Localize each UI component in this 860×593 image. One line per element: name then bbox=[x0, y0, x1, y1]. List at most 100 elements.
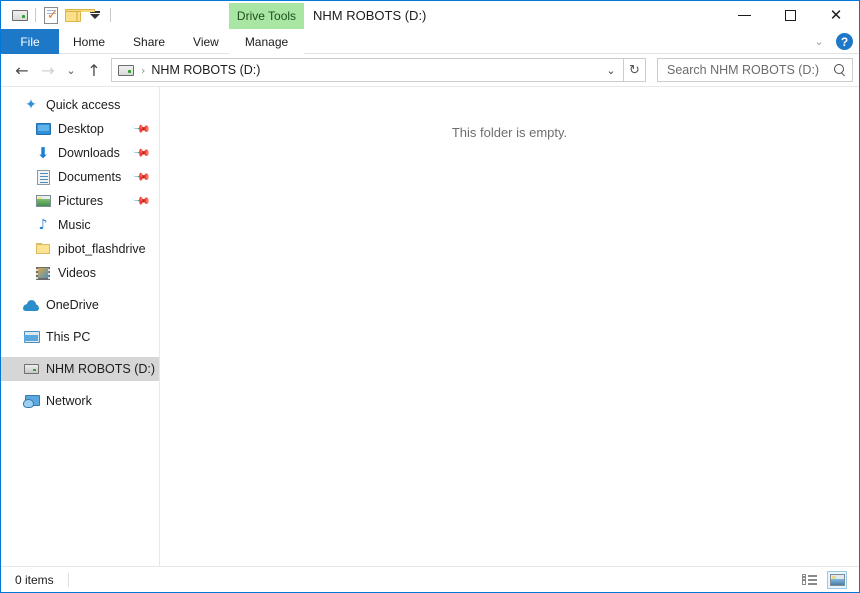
forward-icon: → bbox=[41, 60, 55, 80]
large-icons-view-icon bbox=[829, 573, 845, 586]
sidebar-item-label: pibot_flashdrive bbox=[58, 242, 146, 256]
file-explorer-window: ✓ Drive Tools NHM ROBOTS (D:) ✕ File Hom… bbox=[0, 0, 860, 593]
view-mode-buttons bbox=[799, 570, 847, 589]
customize-dropdown-icon[interactable] bbox=[84, 4, 106, 26]
drive-icon[interactable] bbox=[9, 4, 31, 26]
collapse-ribbon-glyph: ⌄ bbox=[814, 35, 824, 48]
sidebar-item-network[interactable]: Network bbox=[1, 389, 159, 413]
address-bar-row: ← → ⌄ ↑ › NHM ROBOTS (D:) ⌄ ↻ bbox=[1, 54, 859, 86]
pin-icon[interactable]: 📌 bbox=[132, 144, 152, 163]
videos-icon bbox=[35, 265, 51, 281]
sidebar-item-documents[interactable]: Documents 📌 bbox=[1, 165, 159, 189]
refresh-icon: ↻ bbox=[629, 62, 640, 78]
sidebar-item-pibot-flashdrive[interactable]: pibot_flashdrive bbox=[1, 237, 159, 261]
tab-home[interactable]: Home bbox=[59, 29, 119, 54]
maximize-button[interactable] bbox=[767, 1, 813, 29]
folder-icon bbox=[35, 241, 51, 257]
ribbon-tab-bar: File Home Share View Manage ⌄ ? bbox=[1, 29, 859, 54]
sidebar-item-videos[interactable]: Videos bbox=[1, 261, 159, 285]
tab-view[interactable]: View bbox=[179, 29, 233, 54]
item-count-label: 0 items bbox=[15, 572, 54, 587]
music-icon: ♪ bbox=[38, 217, 48, 233]
sidebar-item-label: This PC bbox=[46, 330, 91, 344]
help-icon[interactable]: ? bbox=[836, 33, 853, 50]
up-button[interactable]: ↑ bbox=[81, 57, 107, 83]
breadcrumb-separator: › bbox=[141, 63, 146, 77]
refresh-button[interactable]: ↻ bbox=[624, 58, 646, 82]
window-title-text: NHM ROBOTS (D:) bbox=[313, 7, 427, 23]
new-folder-icon[interactable] bbox=[62, 4, 95, 26]
pin-icon[interactable]: 📌 bbox=[132, 192, 152, 211]
forward-button[interactable]: → bbox=[35, 57, 61, 83]
sidebar-item-label: Music bbox=[58, 218, 91, 232]
pin-icon[interactable]: 📌 bbox=[132, 168, 152, 187]
window-title: NHM ROBOTS (D:) bbox=[313, 1, 426, 29]
sidebar-item-onedrive[interactable]: OneDrive bbox=[1, 293, 159, 317]
pictures-icon bbox=[35, 193, 51, 209]
sidebar-group-gap-4 bbox=[1, 381, 159, 389]
sidebar-item-desktop[interactable]: Desktop 📌 bbox=[1, 117, 159, 141]
sidebar-item-label: Network bbox=[46, 394, 92, 408]
title-bar: ✓ Drive Tools NHM ROBOTS (D:) ✕ bbox=[1, 1, 859, 29]
pin-icon[interactable]: 📌 bbox=[132, 120, 152, 139]
file-list-pane[interactable]: This folder is empty. bbox=[160, 87, 859, 566]
address-dropdown-icon[interactable]: ⌄ bbox=[601, 59, 621, 81]
sidebar-item-quick-access[interactable]: ✦ Quick access bbox=[1, 93, 159, 117]
tab-manage[interactable]: Manage bbox=[229, 29, 304, 54]
sidebar-item-nhm-robots-d[interactable]: NHM ROBOTS (D:) bbox=[1, 357, 159, 381]
large-icons-view-button[interactable] bbox=[827, 570, 847, 589]
computer-icon bbox=[23, 329, 40, 345]
sidebar-group-gap-3 bbox=[1, 349, 159, 357]
downloads-icon: ⬇ bbox=[36, 143, 50, 162]
drive-icon bbox=[118, 64, 134, 76]
sidebar-item-label: NHM ROBOTS (D:) bbox=[46, 362, 156, 376]
network-icon bbox=[23, 393, 40, 409]
navigation-pane: ✦ Quick access Desktop 📌 ⬇ Downloads 📌 D… bbox=[1, 87, 160, 566]
toolbar-separator bbox=[35, 8, 36, 22]
recent-locations-button[interactable]: ⌄ bbox=[61, 57, 81, 83]
sidebar-item-this-pc[interactable]: This PC bbox=[1, 325, 159, 349]
drive-icon bbox=[23, 361, 39, 377]
status-bar: 0 items bbox=[1, 566, 859, 592]
contextual-tab-header: Drive Tools bbox=[229, 3, 304, 29]
documents-icon bbox=[35, 169, 51, 185]
search-icon[interactable] bbox=[832, 62, 848, 78]
explorer-body: ✦ Quick access Desktop 📌 ⬇ Downloads 📌 D… bbox=[1, 86, 859, 566]
sidebar-item-music[interactable]: ♪ Music bbox=[1, 213, 159, 237]
sidebar-item-label: Videos bbox=[58, 266, 96, 280]
sidebar-item-label: Downloads bbox=[58, 146, 120, 160]
sidebar-item-label: Desktop bbox=[58, 122, 104, 136]
address-dropdown-glyph: ⌄ bbox=[606, 63, 616, 77]
tab-file[interactable]: File bbox=[1, 29, 59, 54]
desktop-icon bbox=[35, 121, 51, 137]
back-button[interactable]: ← bbox=[9, 57, 35, 83]
close-button[interactable]: ✕ bbox=[813, 1, 859, 29]
sidebar-item-downloads[interactable]: ⬇ Downloads 📌 bbox=[1, 141, 159, 165]
sidebar-item-pictures[interactable]: Pictures 📌 bbox=[1, 189, 159, 213]
toolbar-separator-2 bbox=[110, 8, 111, 22]
details-view-button[interactable] bbox=[799, 571, 819, 589]
tab-home-label: Home bbox=[73, 34, 106, 49]
breadcrumb[interactable]: NHM ROBOTS (D:) bbox=[151, 63, 601, 77]
contextual-tab-header-label: Drive Tools bbox=[236, 9, 297, 23]
sidebar-item-label: Quick access bbox=[46, 98, 121, 112]
window-controls: ✕ bbox=[721, 1, 859, 29]
cloud-icon bbox=[23, 297, 39, 313]
tab-manage-label: Manage bbox=[244, 34, 289, 49]
sidebar-item-label: Documents bbox=[58, 170, 122, 184]
tab-view-label: View bbox=[193, 34, 219, 49]
chevron-down-icon: ⌄ bbox=[66, 63, 76, 77]
chevron-down-icon[interactable]: ⌄ bbox=[810, 33, 828, 51]
tab-share[interactable]: Share bbox=[119, 29, 179, 54]
search-box[interactable] bbox=[657, 58, 853, 82]
star-icon: ✦ bbox=[25, 97, 37, 113]
minimize-button[interactable] bbox=[721, 1, 767, 29]
close-icon: ✕ bbox=[829, 5, 843, 24]
search-input[interactable] bbox=[665, 62, 832, 78]
sidebar-group-gap-2 bbox=[1, 317, 159, 325]
address-bar[interactable]: › NHM ROBOTS (D:) ⌄ bbox=[111, 58, 624, 82]
empty-folder-message: This folder is empty. bbox=[451, 125, 568, 140]
quick-access-toolbar: ✓ bbox=[1, 1, 115, 29]
properties-icon[interactable]: ✓ bbox=[40, 4, 62, 26]
